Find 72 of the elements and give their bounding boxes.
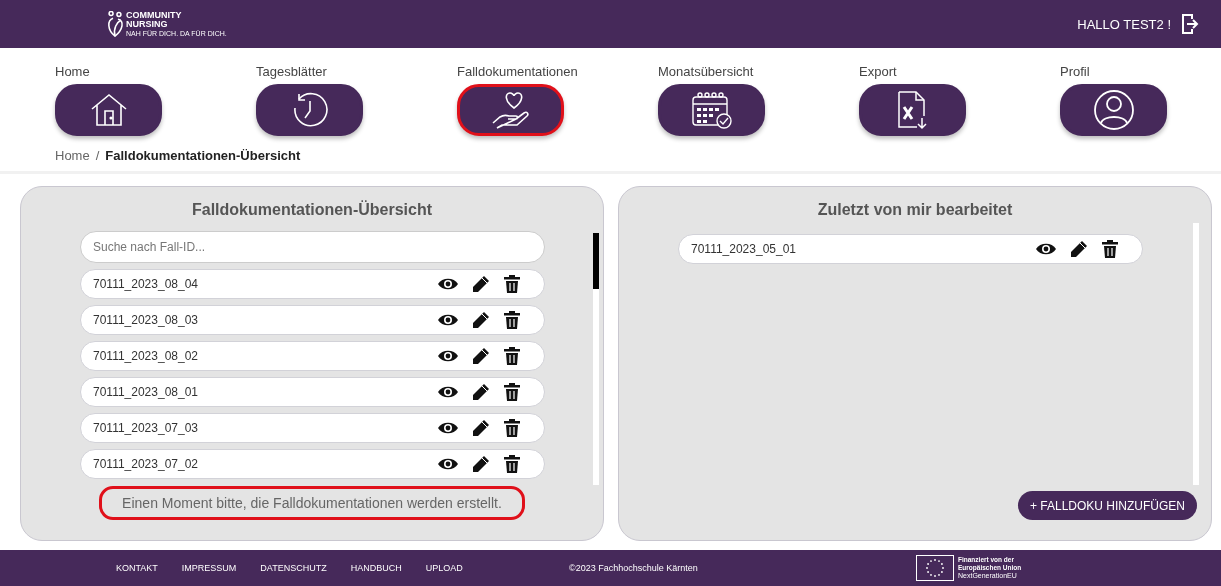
case-row[interactable]: 70111_2023_08_04 [80,269,545,299]
eye-icon[interactable] [438,277,458,291]
copyright: ©2023 Fachhochschule Kärnten [569,563,698,573]
pencil-icon[interactable] [472,275,490,293]
case-row[interactable]: 70111_2023_08_03 [80,305,545,335]
case-row[interactable]: 70111_2023_08_01 [80,377,545,407]
calendar-icon [689,91,734,129]
nav-button[interactable] [457,84,564,136]
nav-label: Home [55,64,90,80]
scrollbar[interactable] [1193,223,1199,485]
eye-icon[interactable] [438,313,458,327]
logo-icon [106,11,124,37]
nav-label: Profil [1060,64,1090,80]
case-id: 70111_2023_08_02 [93,349,199,363]
eu-flag-icon [916,555,954,581]
eye-icon[interactable] [438,385,458,399]
breadcrumb-current: Falldokumentationen-Übersicht [105,148,301,163]
trash-icon[interactable] [504,275,520,293]
panel-title: Zuletzt von mir bearbeitet [816,201,1014,220]
nav-button[interactable] [256,84,363,136]
pencil-icon[interactable] [472,311,490,329]
person-icon [1092,89,1135,131]
case-row[interactable]: 70111_2023_05_01 [678,234,1143,264]
pencil-icon[interactable] [1070,240,1088,258]
case-row[interactable]: 70111_2023_07_03 [80,413,545,443]
pencil-icon[interactable] [472,419,490,437]
nav-label: Export [859,64,897,80]
logo-title: COMMUNITY [126,10,183,20]
pencil-icon[interactable] [472,383,490,401]
eye-icon[interactable] [438,349,458,363]
nav-label: Monatsübersicht [658,64,754,80]
nav-button[interactable] [658,84,765,136]
trash-icon[interactable] [504,455,520,473]
case-id: 70111_2023_07_03 [93,421,199,435]
footer-link[interactable]: DATENSCHUTZ [260,563,327,573]
spreadsheet-export-icon [895,90,930,130]
nav-button[interactable] [1060,84,1167,136]
add-case-button[interactable]: + FALLDOKU HINZUFÜGEN [1017,491,1197,520]
trash-icon[interactable] [504,347,520,365]
case-row[interactable]: 70111_2023_08_02 [80,341,545,371]
scrollbar[interactable] [593,233,599,485]
eye-icon[interactable] [1036,242,1056,256]
case-row[interactable]: 70111_2023_07_02 [80,449,545,479]
eye-icon[interactable] [438,421,458,435]
logout-icon[interactable] [1181,13,1199,35]
trash-icon[interactable] [504,419,520,437]
pencil-icon[interactable] [472,455,490,473]
breadcrumb-separator: / [95,148,100,163]
nav-label: Tagesblätter [256,64,327,80]
case-id: 70111_2023_08_01 [93,385,199,399]
greeting: HALLO TEST2 ! [1077,16,1171,32]
trash-icon[interactable] [504,311,520,329]
footer-link[interactable]: HANDBUCH [350,563,402,573]
case-id: 70111_2023_07_02 [93,457,199,471]
nav-button[interactable] [55,84,162,136]
trash-icon[interactable] [1102,240,1118,258]
case-id: 70111_2023_05_01 [691,242,797,256]
nav-button[interactable] [859,84,966,136]
logo-title: NURSING [126,19,169,29]
pencil-icon[interactable] [472,347,490,365]
panel-title: Falldokumentationen-Übersicht [191,201,433,220]
footer-link[interactable]: KONTAKT [116,563,158,573]
nav-label: Falldokumentationen [457,64,578,80]
search-field[interactable]: Suche nach Fall-ID... [80,231,545,263]
eye-icon[interactable] [438,457,458,471]
loading-message: Einen Moment bitte, die Falldokumentationen werden erstellt. [99,486,525,520]
trash-icon[interactable] [504,383,520,401]
footer-link[interactable]: IMPRESSUM [181,563,237,573]
breadcrumb-link[interactable]: Home [55,148,90,163]
case-id: 70111_2023_08_03 [93,313,199,327]
footer-link[interactable]: UPLOAD [425,563,463,573]
case-id: 70111_2023_08_04 [93,277,199,291]
